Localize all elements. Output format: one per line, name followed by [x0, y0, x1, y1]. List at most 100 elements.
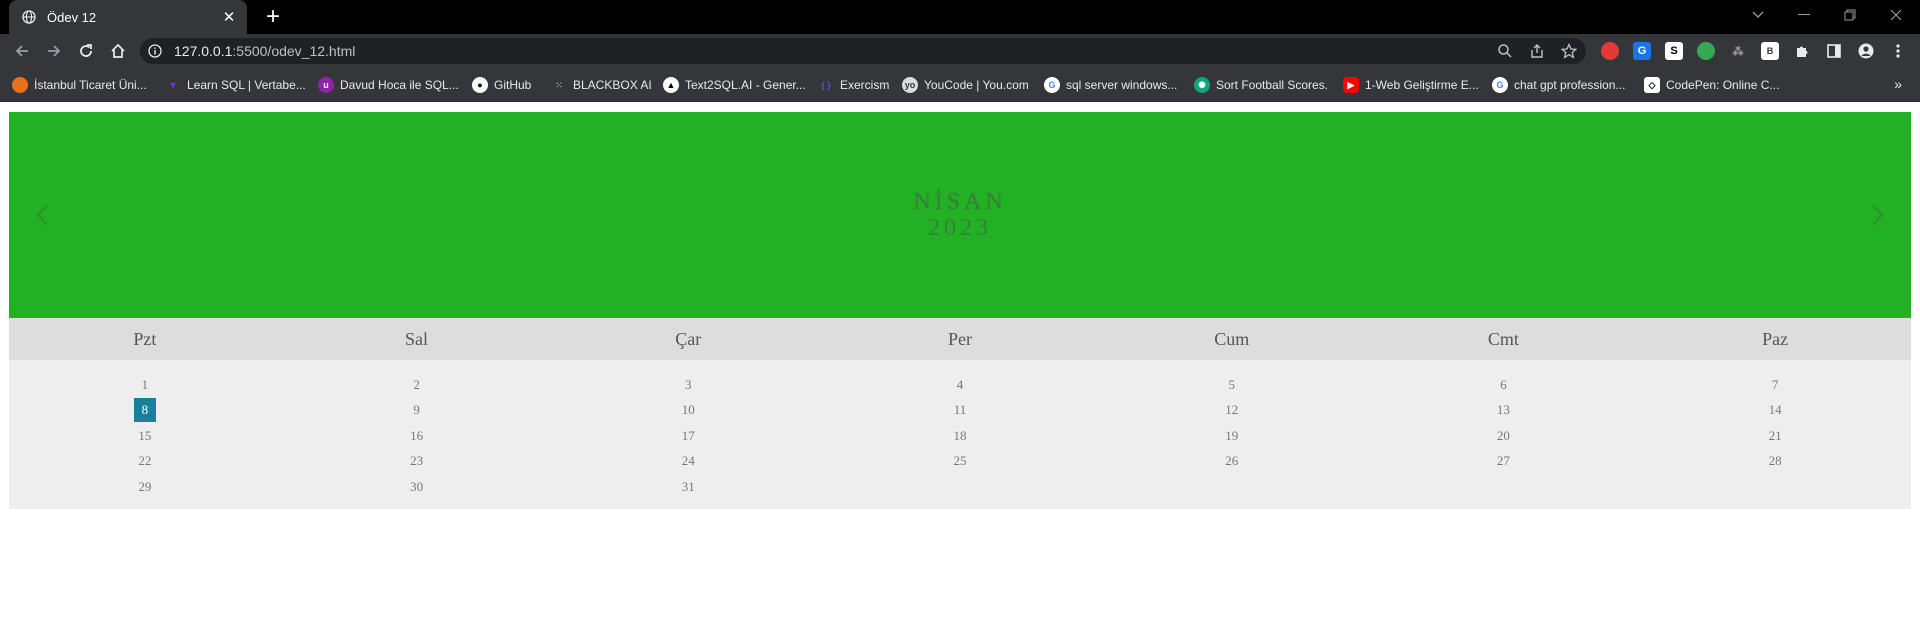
day-cell[interactable]: 5 [1096, 372, 1368, 398]
bookmark-label: GitHub [494, 78, 532, 92]
url-host: 127.0.0.1 [174, 43, 233, 59]
next-month-chevron-icon[interactable] [1861, 198, 1895, 232]
day-cell[interactable]: 23 [281, 449, 553, 475]
bookmark-item[interactable]: Gchat gpt profession... [1492, 68, 1625, 102]
bookmark-favicon-icon: u [318, 77, 334, 93]
day-cell[interactable]: 26 [1096, 449, 1368, 475]
share-icon[interactable] [1528, 42, 1546, 60]
site-info-icon[interactable] [146, 42, 164, 60]
day-number: 17 [681, 427, 695, 443]
restore-icon[interactable] [1828, 0, 1872, 30]
day-cell[interactable]: 30 [281, 474, 553, 500]
day-cell[interactable]: 12 [1096, 398, 1368, 424]
bookmark-item[interactable]: ▼ Learn SQL | Vertabe... [165, 68, 306, 102]
dots-extension-icon[interactable]: ⁂ [1729, 42, 1747, 60]
bookmark-item[interactable]: ▶ 1-Web Geliştirme E... [1343, 68, 1479, 102]
day-cell-today[interactable]: 8 [9, 398, 281, 424]
day-cell[interactable]: 18 [824, 423, 1096, 449]
close-tab-icon[interactable]: ✕ [221, 8, 237, 26]
extensions-puzzle-icon[interactable] [1793, 42, 1811, 60]
close-window-icon[interactable] [1874, 0, 1918, 30]
day-number: 7 [1771, 376, 1779, 392]
day-cell[interactable]: 15 [9, 423, 281, 449]
extension-red-icon[interactable] [1601, 42, 1619, 60]
forward-arrow-icon[interactable] [42, 39, 66, 63]
day-number: 8 [133, 398, 156, 423]
s-extension-icon[interactable]: S [1665, 42, 1683, 60]
bookmark-item[interactable]: Gsql server windows... [1044, 68, 1177, 102]
new-tab-button[interactable]: + [260, 4, 286, 30]
day-cell[interactable]: 25 [824, 449, 1096, 475]
bookmark-item[interactable]: ⁙ BLACKBOX AI [551, 68, 651, 102]
day-cell[interactable]: 29 [9, 474, 281, 500]
day-number: 29 [138, 478, 152, 494]
day-cell[interactable]: 22 [9, 449, 281, 475]
side-panel-icon[interactable] [1825, 42, 1843, 60]
day-cell[interactable]: 1 [9, 372, 281, 398]
day-number: 12 [1225, 402, 1239, 418]
day-cell[interactable]: 21 [1639, 423, 1911, 449]
day-number: 23 [410, 453, 424, 469]
tab-title: Ödev 12 [47, 9, 97, 25]
tab-search-icon[interactable] [1736, 0, 1780, 30]
google-icon: G [1044, 77, 1060, 93]
day-cell[interactable]: 19 [1096, 423, 1368, 449]
day-cell[interactable]: 11 [824, 398, 1096, 424]
prev-month-chevron-icon[interactable] [25, 198, 59, 232]
colorful-extension-icon[interactable] [1697, 42, 1715, 60]
bookmark-item[interactable]: ● GitHub [472, 68, 531, 102]
bookmark-item[interactable]: ▲ Text2SQL.AI - Gener... [663, 68, 806, 102]
bookmark-item[interactable]: { } Exercism [818, 68, 889, 102]
day-cell[interactable]: 9 [281, 398, 553, 424]
day-cell[interactable]: 31 [552, 474, 824, 500]
day-cell[interactable]: 17 [552, 423, 824, 449]
bookmark-label: 1-Web Geliştirme E... [1365, 78, 1479, 92]
translate-extension-icon[interactable]: G [1633, 42, 1651, 60]
bookmark-item[interactable]: u Davud Hoca ile SQL... [318, 68, 459, 102]
day-number: 28 [1768, 453, 1782, 469]
month-name: NİSAN [913, 189, 1007, 215]
days-grid: 1 2 3 4 5 6 7 8 9 10 11 12 13 14 15 16 17 18 19 20 21 22 23 24 2… [9, 360, 1911, 509]
day-cell[interactable]: 4 [824, 372, 1096, 398]
day-cell[interactable]: 14 [1639, 398, 1911, 424]
day-cell[interactable]: 10 [552, 398, 824, 424]
bookmark-item[interactable]: ✺ Sort Football Scores. [1194, 68, 1328, 102]
b-extension-icon[interactable]: B [1761, 42, 1779, 60]
day-number: 4 [956, 376, 964, 392]
weekday-label: Cmt [1487, 328, 1519, 349]
calendar-header: NİSAN 2023 [9, 112, 1911, 318]
more-bookmarks-icon[interactable]: » [1894, 76, 1902, 92]
minimize-icon[interactable] [1782, 0, 1826, 30]
day-cell[interactable]: 6 [1368, 372, 1640, 398]
day-cell[interactable]: 24 [552, 449, 824, 475]
browser-tab[interactable]: Ödev 12 ✕ [9, 0, 247, 34]
url-text: 127.0.0.1:5500/odev_12.html [174, 43, 355, 59]
home-icon[interactable] [106, 39, 130, 63]
day-number: 20 [1496, 427, 1510, 443]
profile-avatar-icon[interactable] [1857, 42, 1875, 60]
day-number: 26 [1225, 453, 1239, 469]
globe-icon [21, 9, 37, 25]
day-cell[interactable]: 3 [552, 372, 824, 398]
back-arrow-icon[interactable] [10, 39, 34, 63]
bookmark-star-icon[interactable] [1560, 42, 1578, 60]
bookmark-label: sql server windows... [1066, 78, 1178, 92]
day-cell[interactable]: 7 [1639, 372, 1911, 398]
day-cell[interactable]: 28 [1639, 449, 1911, 475]
bookmark-item[interactable]: İstanbul Ticaret Üni... [12, 68, 147, 102]
youtube-icon: ▶ [1343, 77, 1359, 93]
youcode-icon: yo [902, 77, 918, 93]
reload-icon[interactable] [74, 39, 98, 63]
day-cell[interactable]: 20 [1368, 423, 1640, 449]
bookmark-item[interactable]: ◇ CodePen: Online C... [1644, 68, 1779, 102]
menu-kebab-icon[interactable] [1889, 42, 1907, 60]
day-cell[interactable]: 2 [281, 372, 553, 398]
day-cell[interactable]: 13 [1368, 398, 1640, 424]
day-cell[interactable]: 16 [281, 423, 553, 449]
bookmark-item[interactable]: yo YouCode | You.com [902, 68, 1029, 102]
bookmarks-bar: İstanbul Ticaret Üni... ▼ Learn SQL | Ver… [0, 68, 1920, 102]
day-cell[interactable]: 27 [1368, 449, 1640, 475]
weekday-row: Pzt Sal Çar Per Cum Cmt Paz [9, 318, 1911, 360]
address-bar[interactable]: 127.0.0.1:5500/odev_12.html [140, 38, 1586, 64]
zoom-icon[interactable] [1496, 42, 1514, 60]
